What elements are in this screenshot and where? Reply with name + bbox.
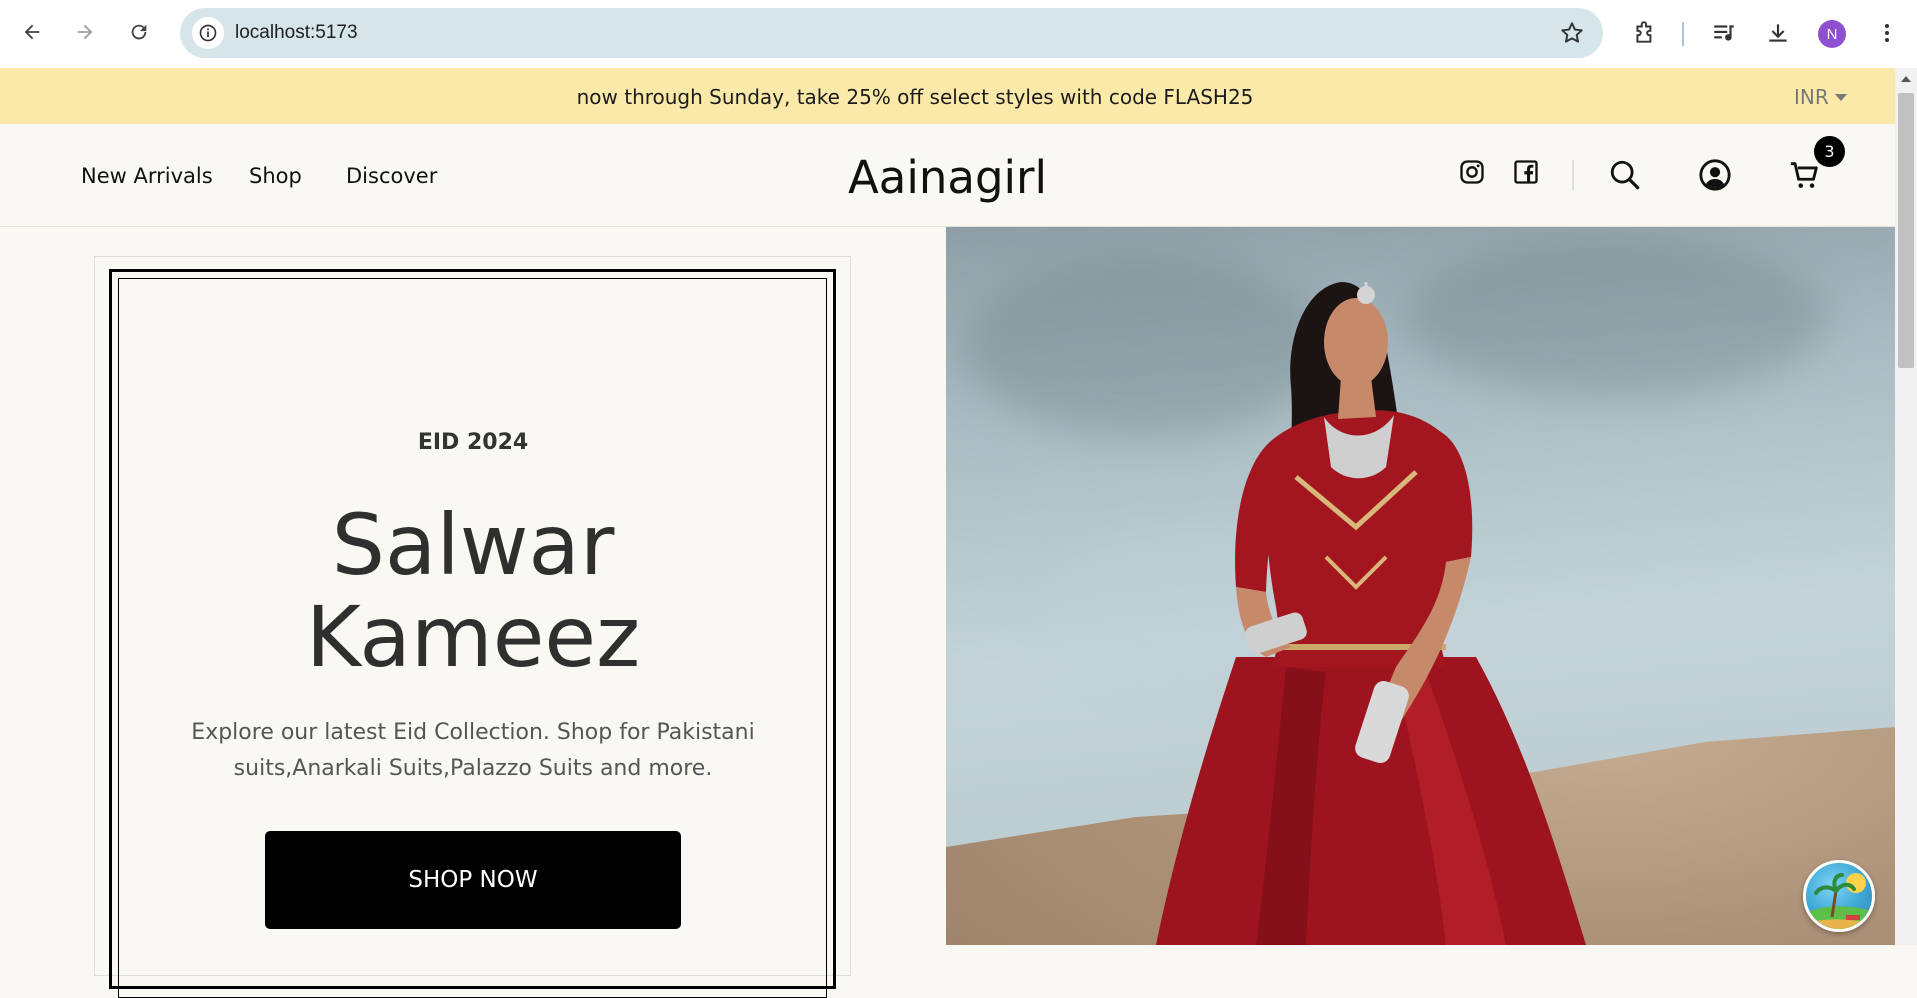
browser-menu-button[interactable] <box>1870 16 1904 50</box>
shop-now-button[interactable]: SHOP NOW <box>265 831 681 929</box>
site-info-button[interactable] <box>192 17 224 49</box>
kebab-menu-icon <box>1885 24 1889 42</box>
announcement-bar: now through Sunday, take 25% off select … <box>0 68 1895 124</box>
cart-icon <box>1790 162 1818 188</box>
facebook-icon <box>1514 160 1538 184</box>
back-button[interactable] <box>14 14 50 50</box>
arrow-left-icon <box>24 24 40 40</box>
search-button[interactable] <box>1608 158 1642 192</box>
cart-count-badge: 3 <box>1814 136 1845 167</box>
user-circle-icon <box>1699 159 1731 191</box>
address-bar[interactable]: localhost:5173 <box>180 8 1603 58</box>
toolbar-divider <box>1682 22 1684 46</box>
site-header: New Arrivals Shop Discover Aainagirl 3 <box>0 124 1895 227</box>
search-icon <box>1610 160 1640 190</box>
hero-text-panel: EID 2024 Salwar Kameez Explore our lates… <box>0 227 946 998</box>
announcement-text: now through Sunday, take 25% off select … <box>576 85 1254 109</box>
caret-down-icon <box>1834 93 1847 101</box>
hero-title: Salwar Kameez <box>0 499 946 683</box>
browser-toolbar: localhost:5173 N <box>0 0 1917 68</box>
reload-icon <box>131 24 147 40</box>
puzzle-icon <box>1636 21 1652 43</box>
music-queue-icon <box>1714 25 1734 41</box>
arrow-right-icon <box>77 24 93 40</box>
model-figure-illustration <box>1156 282 1586 945</box>
profile-avatar[interactable]: N <box>1818 20 1846 48</box>
downloads-button[interactable] <box>1761 16 1795 50</box>
currency-selector[interactable]: INR <box>1794 85 1847 109</box>
currency-label: INR <box>1794 85 1829 109</box>
forward-button[interactable] <box>67 14 103 50</box>
floating-chat-widget[interactable] <box>1803 860 1875 932</box>
bookmark-button[interactable] <box>1559 20 1585 50</box>
instagram-link[interactable] <box>1458 158 1486 186</box>
scroll-up-arrow-icon[interactable] <box>1901 76 1911 82</box>
info-icon <box>199 24 217 42</box>
hero-eyebrow: EID 2024 <box>417 430 529 455</box>
instagram-icon <box>1460 160 1484 184</box>
header-divider <box>1572 160 1574 190</box>
extensions-button[interactable] <box>1628 16 1662 50</box>
hero-description: Explore our latest Eid Collection. Shop … <box>191 720 755 781</box>
star-icon <box>1561 22 1583 43</box>
hero-image <box>946 227 1895 945</box>
facebook-link[interactable] <box>1512 158 1540 186</box>
hero-title-line-1: Salwar <box>331 496 615 594</box>
download-icon <box>1769 24 1787 42</box>
scrollbar-thumb[interactable] <box>1898 93 1914 368</box>
reload-button[interactable] <box>121 14 157 50</box>
cart-button[interactable] <box>1788 158 1822 192</box>
account-button[interactable] <box>1698 158 1732 192</box>
hero-title-line-2: Kameez <box>305 588 641 686</box>
url-text: localhost:5173 <box>235 22 358 43</box>
media-controls-button[interactable] <box>1707 16 1741 50</box>
page-scrollbar[interactable] <box>1895 68 1917 945</box>
